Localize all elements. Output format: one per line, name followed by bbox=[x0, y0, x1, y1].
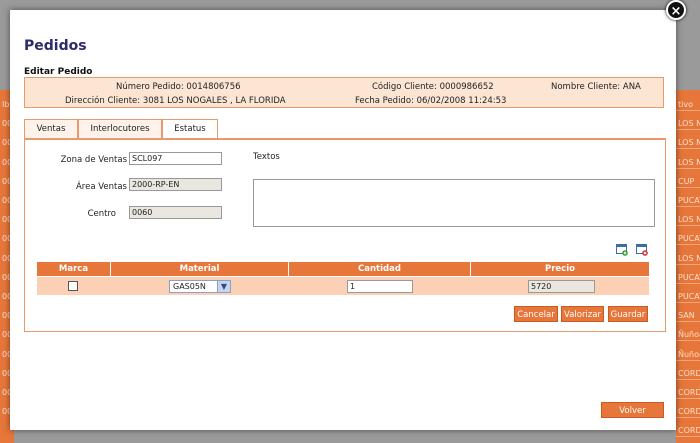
area-label: Área Ventas bbox=[75, 182, 127, 192]
background-row-line bbox=[676, 263, 700, 265]
tab-ventas[interactable]: Ventas bbox=[24, 119, 78, 138]
background-cell: SAN bbox=[678, 311, 695, 321]
background-cell: LOS N bbox=[678, 157, 700, 167]
background-cell: LOS N bbox=[678, 253, 700, 263]
background-cell: Ib bbox=[2, 100, 10, 109]
background-row-line bbox=[676, 110, 700, 111]
tab-estatus[interactable]: Estatus bbox=[162, 119, 218, 139]
background-cell: PUCAT bbox=[678, 234, 700, 244]
volver-button[interactable]: Volver bbox=[601, 402, 664, 418]
cantidad-field[interactable]: 1 bbox=[347, 280, 413, 293]
valorizar-button[interactable]: Valorizar bbox=[561, 306, 604, 322]
zona-field[interactable]: SCL097 bbox=[129, 152, 222, 165]
background-cell: CORD bbox=[678, 426, 700, 436]
order-date: Fecha Pedido: 06/02/2008 11:24:53 bbox=[355, 96, 507, 106]
background-row-line bbox=[676, 186, 700, 188]
order-number: Número Pedido: 0014806756 bbox=[116, 82, 241, 92]
delete-row-icon[interactable] bbox=[636, 244, 648, 256]
section-title: Editar Pedido bbox=[24, 67, 93, 77]
background-cell: Ñuñoa bbox=[678, 330, 700, 340]
pedidos-dialog: Pedidos Editar Pedido Número Pedido: 001… bbox=[10, 10, 676, 430]
add-row-icon[interactable] bbox=[616, 244, 628, 256]
close-icon[interactable]: × bbox=[666, 0, 686, 20]
background-row-line bbox=[676, 244, 700, 246]
table-row: GAS05N ▼ 1 5720 bbox=[37, 277, 649, 295]
chevron-down-icon: ▼ bbox=[217, 281, 230, 292]
background-row-line bbox=[676, 340, 700, 342]
textos-textarea[interactable] bbox=[253, 179, 655, 227]
background-row-line bbox=[676, 359, 700, 361]
material-value: GAS05N bbox=[173, 282, 206, 291]
order-info-box: Número Pedido: 0014806756 Código Cliente… bbox=[24, 77, 664, 108]
background-row-line bbox=[676, 206, 700, 207]
cancelar-button[interactable]: Cancelar bbox=[514, 306, 558, 322]
background-cell: LOS N bbox=[678, 138, 700, 148]
area-field: 2000-RP-EN bbox=[129, 178, 222, 191]
background-row-line bbox=[676, 417, 700, 419]
guardar-button[interactable]: Guardar bbox=[608, 306, 648, 322]
background-row-line bbox=[676, 398, 700, 399]
row-checkbox[interactable] bbox=[68, 281, 78, 291]
precio-field: 5720 bbox=[528, 280, 595, 293]
background-cell: tivo bbox=[678, 100, 693, 109]
background-cell: PUCAT bbox=[678, 292, 700, 301]
background-cell: CORD bbox=[678, 388, 700, 397]
grid-header-marca: Marca bbox=[37, 262, 110, 276]
textos-label: Textos bbox=[253, 152, 280, 162]
background-row-line bbox=[676, 148, 700, 150]
background-cell: LOS N bbox=[678, 119, 700, 129]
background-row-line bbox=[676, 321, 700, 323]
background-cell: Ñuñoa bbox=[678, 349, 700, 359]
background-cell: CUP bbox=[678, 176, 695, 186]
background-cell: PUCAT bbox=[678, 196, 700, 205]
tab-interlocutores[interactable]: Interlocutores bbox=[78, 119, 162, 138]
client-address: Dirección Cliente: 3081 LOS NOGALES , LA… bbox=[65, 96, 286, 106]
grid-header-cantidad: Cantidad bbox=[289, 262, 470, 276]
client-name: Nombre Cliente: ANA bbox=[551, 82, 641, 92]
background-row-line bbox=[676, 225, 700, 227]
material-select[interactable]: GAS05N ▼ bbox=[169, 280, 231, 293]
grid-header-precio: Precio bbox=[471, 262, 649, 276]
background-row-line bbox=[676, 129, 700, 131]
centro-label: Centro bbox=[87, 209, 116, 219]
centro-field: 0060 bbox=[129, 206, 222, 219]
background-row-line bbox=[676, 436, 700, 438]
background-row-line bbox=[676, 282, 700, 284]
background-cell: CORD bbox=[678, 368, 700, 378]
tab-panel: Zona de Ventas SCL097 Área Ventas 2000-R… bbox=[24, 138, 666, 332]
grid-header-material: Material bbox=[111, 262, 288, 276]
background-cell: CORD bbox=[678, 407, 700, 417]
background-row-line bbox=[676, 302, 700, 303]
background-cell: PUCAT bbox=[678, 272, 700, 282]
page-title: Pedidos bbox=[24, 38, 87, 54]
background-cell: LOS N bbox=[678, 215, 700, 225]
background-row-line bbox=[676, 378, 700, 380]
client-code: Código Cliente: 0000986652 bbox=[372, 82, 494, 92]
background-row-line bbox=[676, 167, 700, 169]
zona-label: Zona de Ventas bbox=[60, 155, 127, 165]
